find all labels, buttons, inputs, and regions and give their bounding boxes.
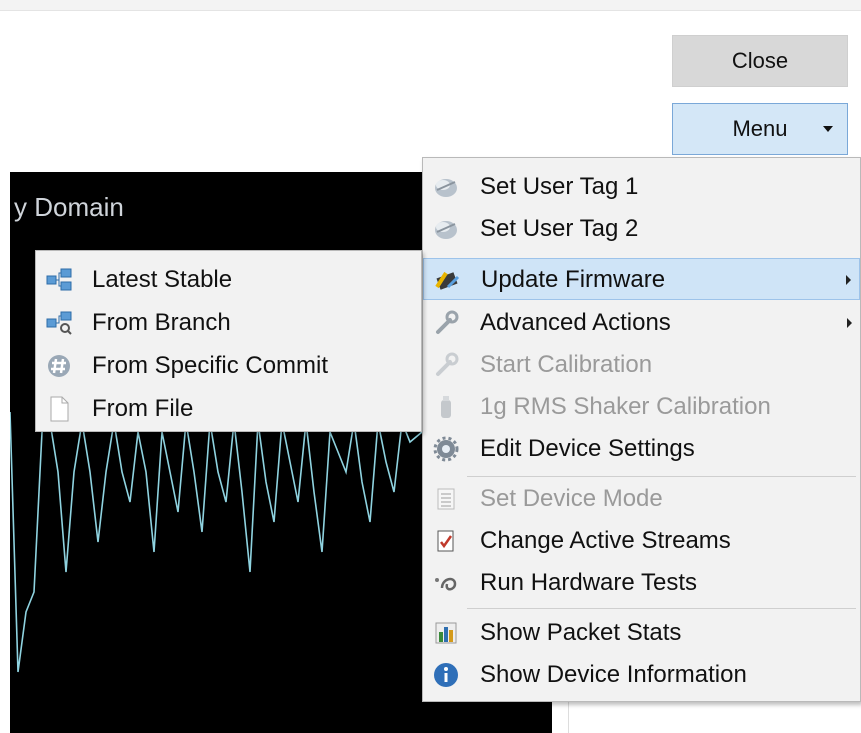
streams-icon (437, 530, 454, 552)
list-icon (437, 488, 455, 510)
submenu-item-label: From File (92, 395, 194, 422)
menu-item-show-packet-stats[interactable]: Show Packet Stats (423, 612, 860, 654)
plot-title: y Domain (14, 192, 124, 222)
menu-item-set-device-mode[interactable]: Set Device Mode (423, 478, 860, 520)
submenu-item-from-file[interactable]: From File (36, 388, 421, 430)
right-panel (568, 700, 861, 733)
submenu-item-from-specific-commit[interactable]: From Specific Commit (36, 345, 421, 387)
menu-item-update-firmware[interactable]: Update Firmware (423, 258, 860, 300)
calibration-wrench-icon (436, 352, 459, 376)
wrench-icon (436, 310, 459, 334)
context-menu: Set User Tag 1 Set User Tag 2 Update Fir… (422, 157, 861, 702)
menu-item-label: Set User Tag 2 (480, 215, 639, 242)
menu-button-label: Menu (732, 116, 788, 141)
menu-item-advanced-actions[interactable]: Advanced Actions (423, 302, 860, 344)
info-icon (434, 663, 458, 687)
menu-item-shaker-calibration[interactable]: 1g RMS Shaker Calibration (423, 386, 860, 428)
submenu-arrow-icon (846, 275, 851, 285)
firmware-chip-icon (435, 271, 460, 290)
commit-hash-icon (48, 355, 70, 377)
top-strip (0, 0, 861, 11)
submenu-item-label: From Specific Commit (92, 352, 329, 379)
menu-button[interactable]: Menu (672, 103, 848, 155)
menu-item-edit-device-settings[interactable]: Edit Device Settings (423, 428, 860, 470)
signal-trace (10, 411, 423, 673)
tag-icon (435, 179, 457, 197)
branch-search-icon (46, 311, 72, 335)
submenu-item-latest-stable[interactable]: Latest Stable (36, 259, 421, 301)
tag-icon (435, 221, 457, 239)
menu-item-label: Start Calibration (480, 351, 653, 378)
menu-item-label: Run Hardware Tests (480, 569, 697, 596)
menu-item-run-hardware-tests[interactable]: Run Hardware Tests (423, 562, 860, 604)
menu-item-change-active-streams[interactable]: Change Active Streams (423, 520, 860, 562)
close-button[interactable]: Close (672, 35, 848, 87)
menu-item-label: Update Firmware (481, 266, 666, 293)
menu-item-label: Advanced Actions (480, 309, 671, 336)
submenu-arrow-icon (847, 318, 852, 328)
menu-item-label: Edit Device Settings (480, 435, 695, 462)
menu-item-set-user-tag-2[interactable]: Set User Tag 2 (423, 208, 860, 250)
hardware-test-icon (435, 577, 457, 591)
chevron-down-icon (823, 126, 833, 132)
file-icon (50, 396, 69, 422)
close-button-label: Close (731, 48, 789, 73)
firmware-submenu: Latest Stable From Branch From Specific … (35, 250, 422, 432)
menu-item-start-calibration[interactable]: Start Calibration (423, 344, 860, 386)
menu-item-set-user-tag-1[interactable]: Set User Tag 1 (423, 166, 860, 208)
menu-item-label: 1g RMS Shaker Calibration (480, 393, 771, 420)
submenu-item-from-branch[interactable]: From Branch (36, 302, 421, 344)
shaker-icon (441, 396, 451, 418)
gear-icon (433, 436, 459, 462)
branch-tree-icon (46, 268, 72, 291)
menu-separator (467, 608, 856, 609)
submenu-item-label: Latest Stable (92, 266, 233, 293)
menu-separator (467, 476, 856, 477)
menu-item-label: Change Active Streams (480, 527, 731, 554)
menu-item-label: Set Device Mode (480, 485, 663, 512)
menu-item-label: Set User Tag 1 (480, 173, 639, 200)
menu-item-label: Show Packet Stats (480, 619, 682, 646)
menu-item-show-device-information[interactable]: Show Device Information (423, 654, 860, 696)
submenu-item-label: From Branch (92, 309, 231, 336)
menu-item-label: Show Device Information (480, 661, 747, 688)
bar-chart-icon (435, 622, 457, 644)
